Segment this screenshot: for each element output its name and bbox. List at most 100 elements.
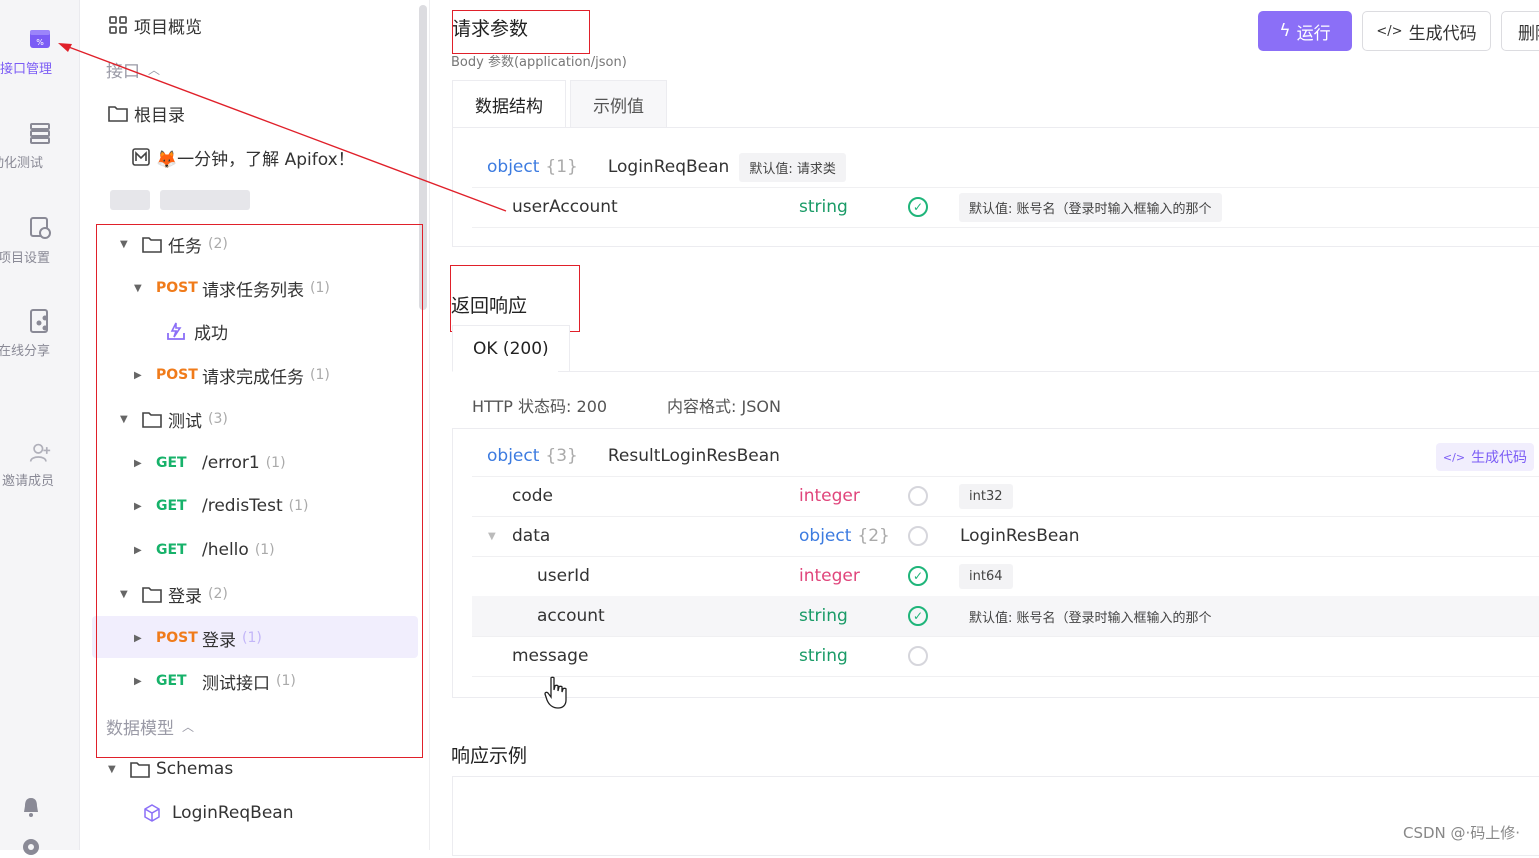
field-type: string: [799, 197, 848, 217]
body-params-label: Body 参数(application/json): [451, 55, 627, 70]
root-model-name: ResultLoginResBean: [607, 446, 780, 466]
root-label: 根目录: [134, 105, 185, 126]
response-example-panel: [452, 776, 1539, 856]
root-type: object: [487, 157, 540, 177]
root-brace: {3}: [545, 446, 578, 466]
status-code-text: HTTP 状态码: 200: [472, 397, 608, 416]
tree-section-api[interactable]: 接口 ︿: [106, 50, 160, 88]
optional-circle-icon: [908, 646, 928, 666]
delete-label: 删除: [1518, 23, 1539, 44]
tree-schema-item[interactable]: LoginReqBean: [142, 794, 293, 832]
field-name: code: [512, 486, 553, 506]
markdown-doc-icon: [132, 148, 150, 166]
tree-root-folder[interactable]: 根目录: [108, 94, 185, 132]
required-check-icon: ✓: [908, 606, 928, 626]
required-check-icon: ✓: [908, 566, 928, 586]
field-name: data: [512, 526, 551, 546]
folder-open-icon: [130, 762, 150, 778]
api-section-label: 接口: [106, 61, 140, 82]
chevron-up-icon: ︿: [148, 62, 161, 77]
gen-code-small-label: 生成代码: [1471, 450, 1528, 466]
resp-root-row[interactable]: object {3} ResultLoginResBean: [487, 436, 780, 476]
field-name: message: [512, 646, 589, 666]
rail-item-api-management[interactable]: % 接口管理: [0, 26, 80, 77]
row-divider: [472, 676, 1539, 677]
overview-label: 项目概览: [134, 17, 202, 38]
schemas-label: Schemas: [156, 759, 234, 779]
tab-data-structure[interactable]: 数据结构: [452, 80, 566, 128]
caret-down-icon: ▼: [488, 530, 496, 542]
schema-label: LoginReqBean: [172, 803, 294, 823]
folder-icon: [108, 106, 128, 122]
invite-member-icon: [29, 443, 51, 462]
field-type: string: [799, 646, 848, 666]
annotation-box-response: [450, 265, 580, 332]
tree-doc-intro[interactable]: 🦊一分钟，了解 Apifox！: [132, 138, 355, 176]
cube-icon: [144, 804, 160, 822]
field-format-tag: int32: [959, 483, 1013, 509]
content-type-text: 内容格式: JSON: [667, 397, 781, 416]
left-icon-rail: % 接口管理 自动化测试 项目设置 在线分享 邀请成员: [0, 0, 80, 855]
response-example-title: 响应示例: [451, 745, 528, 767]
resp-field-code[interactable]: code integer int32: [512, 476, 1512, 516]
field-default-tag: 默认值: 账号名（登录时输入框输入的那个: [959, 192, 1222, 222]
code-icon: </>: [1376, 23, 1403, 39]
field-type: integer: [799, 486, 860, 506]
lightning-icon: ϟ: [1279, 21, 1291, 41]
blurred-item: [160, 190, 250, 210]
automation-test-icon: [30, 123, 50, 144]
rail-label-automation: 自动化测试: [0, 156, 44, 171]
api-management-icon: %: [30, 30, 50, 48]
code-icon: </>: [1442, 450, 1466, 464]
req-root-row[interactable]: object {1} LoginReqBean 默认值: 请求类: [487, 147, 846, 187]
generate-code-button[interactable]: </> 生成代码: [1362, 11, 1491, 51]
watermark: CSDN @·码上修·: [1403, 824, 1521, 842]
response-tabs: OK (200): [452, 325, 574, 372]
blurred-item: [110, 190, 150, 210]
field-ref-model: LoginResBean: [960, 526, 1080, 546]
field-type: integer: [799, 566, 860, 586]
rail-label-online-share: 在线分享: [0, 344, 51, 359]
resp-field-account[interactable]: account string ✓ 默认值: 账号名（登录时输入框输入的那个: [537, 596, 1512, 636]
tab-ok-200[interactable]: OK (200): [452, 325, 570, 372]
bell-icon[interactable]: [20, 796, 42, 818]
delete-button[interactable]: 删除: [1501, 11, 1539, 51]
svg-text:%: %: [36, 38, 44, 47]
resp-field-message[interactable]: message string: [512, 636, 1512, 676]
annotation-box-tree: [96, 224, 423, 758]
rail-label-api-management: 接口管理: [0, 62, 53, 77]
grid-icon: [109, 16, 127, 34]
rail-label-project-settings: 项目设置: [0, 251, 51, 266]
intro-doc-label: 🦊一分钟，了解 Apifox！: [156, 149, 355, 170]
root-brace: {1}: [545, 157, 578, 177]
field-name: userId: [537, 566, 590, 586]
annotation-box-request: [452, 10, 590, 54]
rail-item-online-share[interactable]: 在线分享: [0, 308, 80, 359]
gen-code-label: 生成代码: [1408, 23, 1477, 44]
resp-field-userid[interactable]: userId integer ✓ int64: [537, 556, 1512, 596]
run-button[interactable]: ϟ 运行: [1258, 11, 1352, 51]
rail-item-automation[interactable]: 自动化测试: [0, 120, 80, 171]
gear-icon[interactable]: [20, 836, 42, 858]
row-divider: [472, 227, 1539, 228]
rail-label-invite: 邀请成员: [2, 474, 55, 489]
resp-field-data[interactable]: ▼ data object {2} LoginResBean: [488, 516, 1512, 556]
run-label: 运行: [1296, 23, 1331, 44]
request-tabs: 数据结构 示例值: [452, 80, 671, 128]
field-default-tag: 默认值: 账号名（登录时输入框输入的那个: [969, 610, 1212, 626]
field-type: object: [799, 526, 852, 546]
hand-cursor-icon: [544, 676, 567, 709]
rail-item-invite[interactable]: 邀请成员: [0, 442, 80, 489]
tree-project-overview[interactable]: 项目概览: [108, 6, 202, 44]
req-field-useraccount[interactable]: userAccount string ✓ 默认值: 账号名（登录时输入框输入的那…: [512, 187, 1512, 227]
field-brace: {2}: [857, 526, 890, 546]
field-name: userAccount: [512, 197, 618, 217]
generate-code-small-button[interactable]: </> 生成代码: [1436, 443, 1534, 471]
tab-example-value[interactable]: 示例值: [570, 80, 667, 128]
field-type: string: [799, 606, 848, 626]
optional-circle-icon: [908, 526, 928, 546]
field-name: account: [537, 606, 605, 626]
caret-down-icon: ▼: [108, 763, 116, 775]
optional-circle-icon: [908, 486, 928, 506]
rail-item-project-settings[interactable]: 项目设置: [0, 215, 80, 266]
